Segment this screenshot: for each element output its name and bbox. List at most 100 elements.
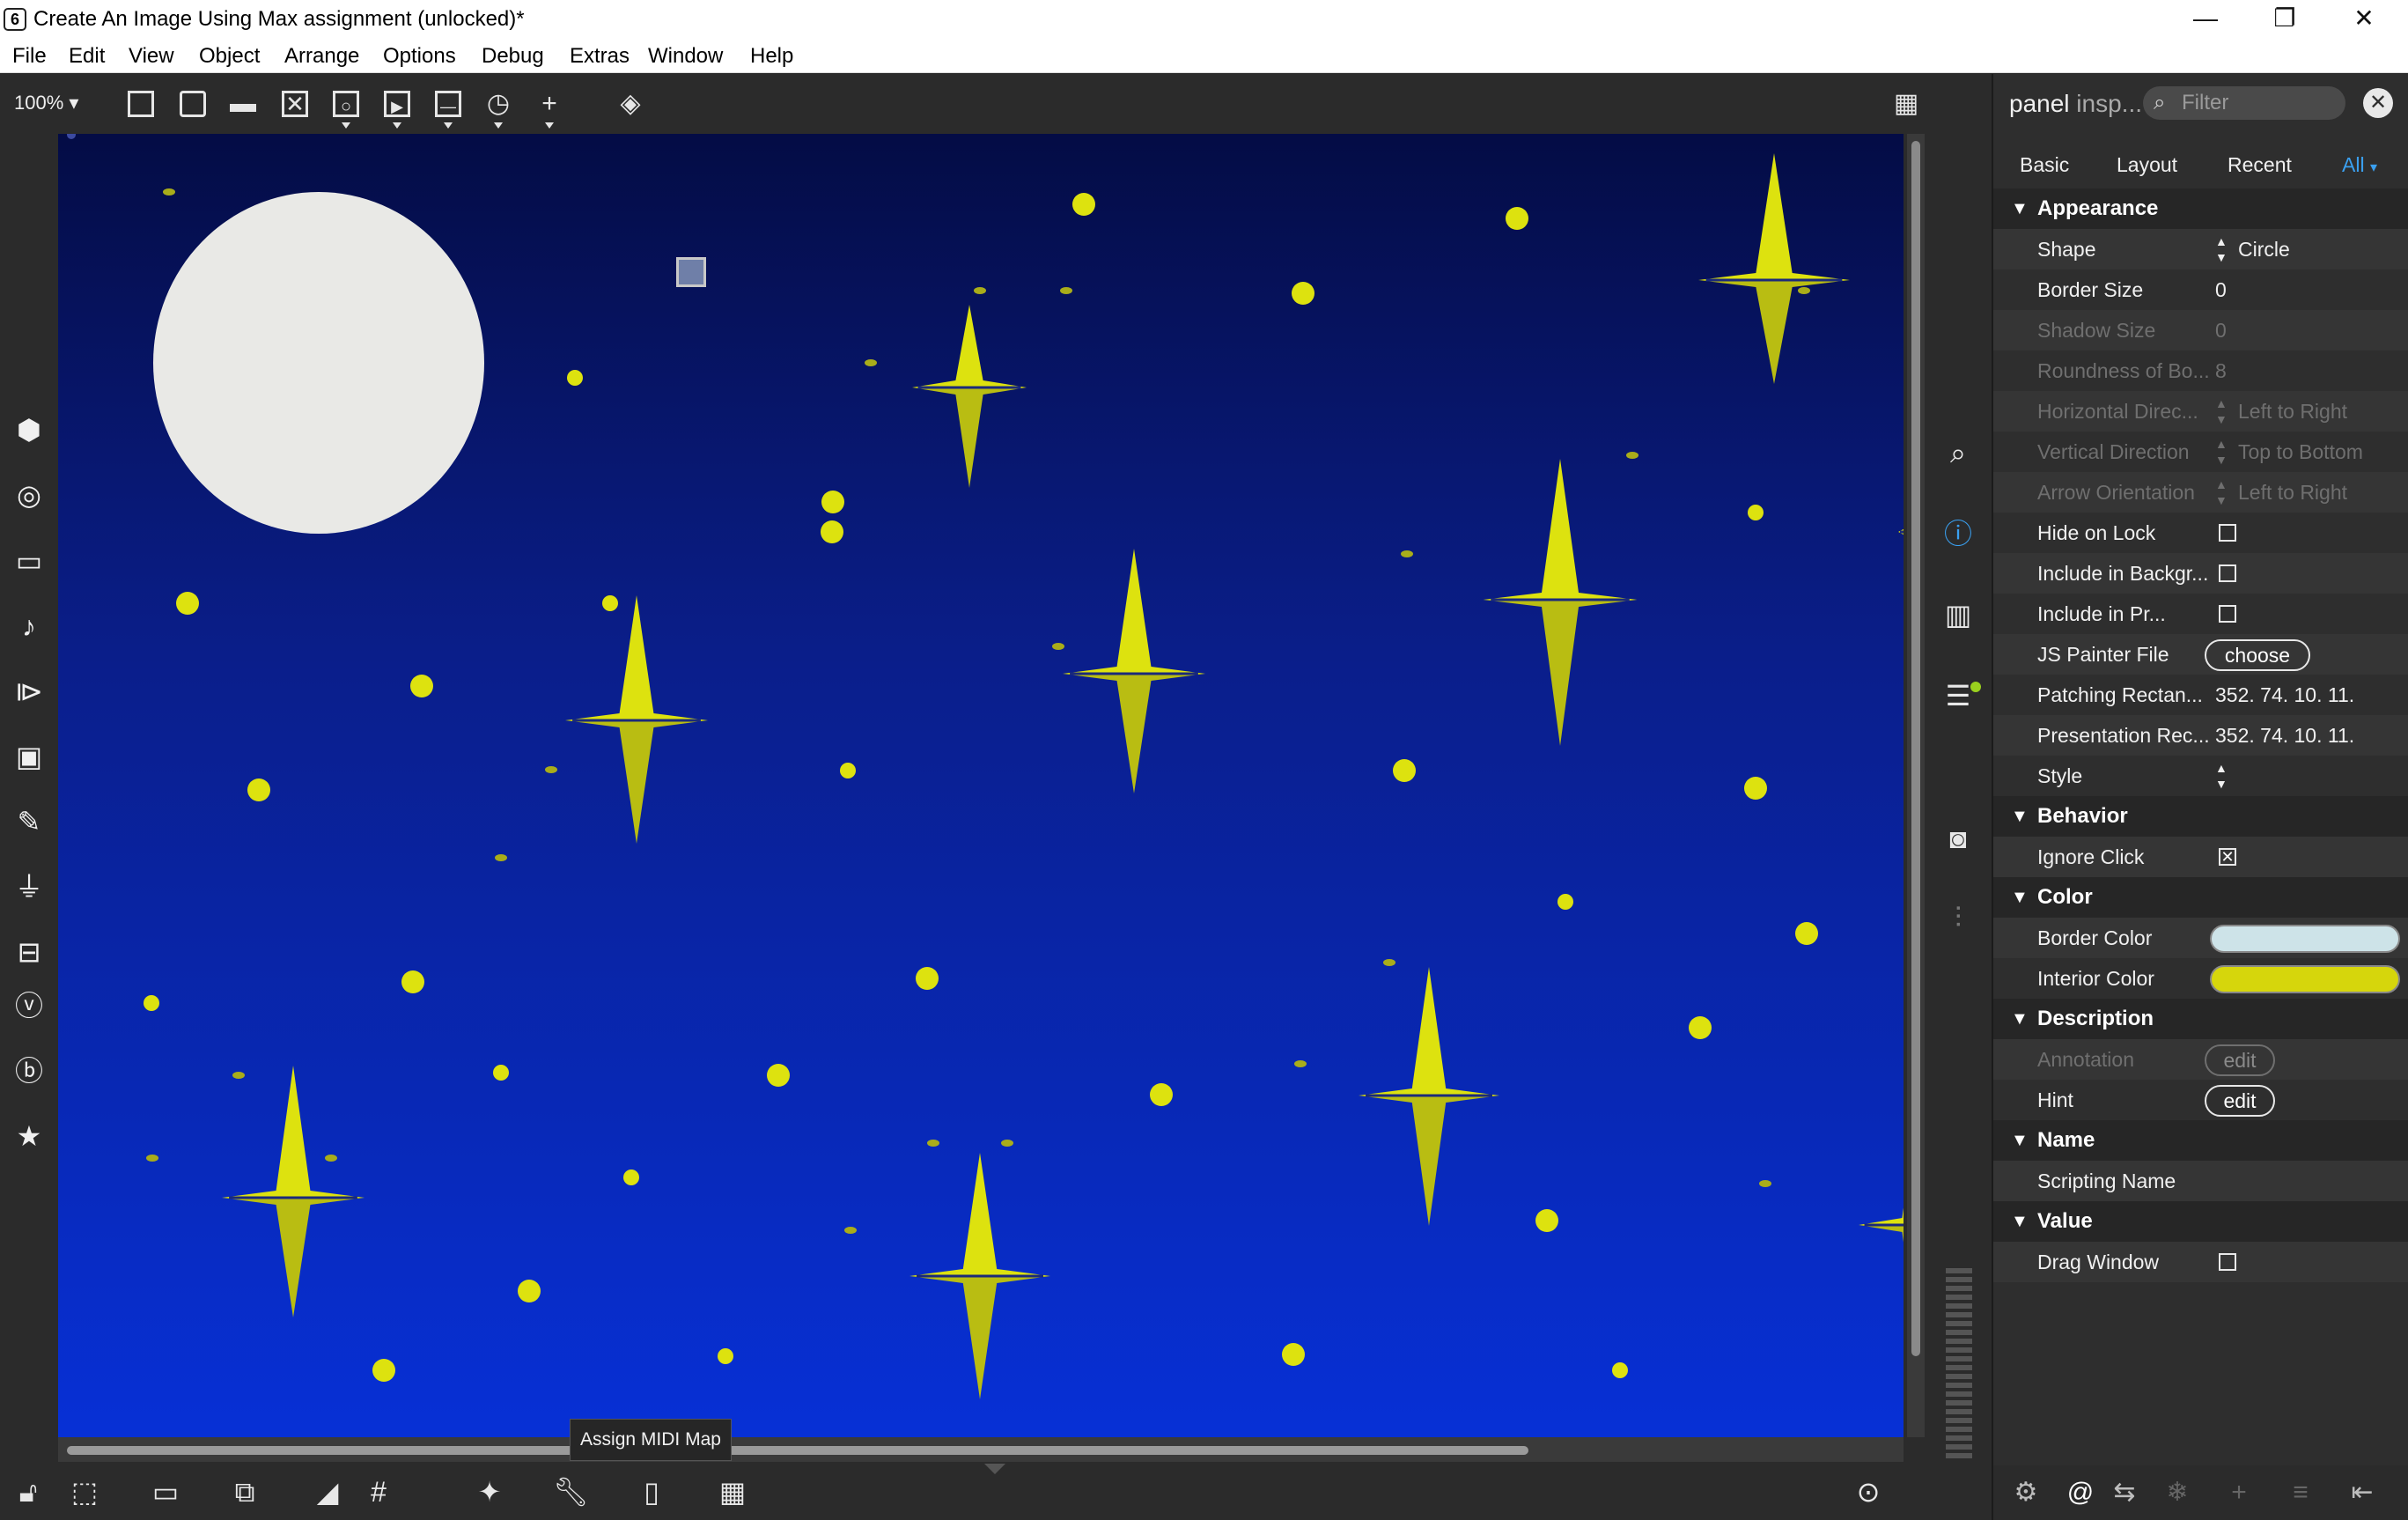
tab-recent[interactable]: Recent <box>2228 153 2292 177</box>
section-name[interactable]: ▼ Name <box>1993 1120 2408 1161</box>
prop-border-size[interactable]: Border Size 0 <box>1993 269 2408 310</box>
vimeo-v-icon[interactable]: ⓥ <box>12 989 46 1022</box>
search-icon[interactable]: ⌕ <box>1940 435 1976 470</box>
zoom-selector[interactable]: 100% ▾ <box>14 92 78 114</box>
prop-shape[interactable]: Shape ▲ ▼ Circle <box>1993 229 2408 269</box>
drag-window-checkbox[interactable] <box>2219 1253 2236 1271</box>
prop-ignore-click[interactable]: Ignore Click ✕ <box>1993 837 2408 877</box>
prop-presentation-rect-value[interactable]: 352. 74. 10. 11. <box>2215 715 2354 756</box>
prop-scripting-name[interactable]: Scripting Name <box>1993 1161 2408 1201</box>
target-circle-icon[interactable]: ◎ <box>12 478 46 512</box>
mute-audio-icon[interactable]: ◢ <box>310 1474 345 1509</box>
prop-patching-rect-value[interactable]: 352. 74. 10. 11. <box>2215 675 2354 715</box>
prop-border-size-value[interactable]: 0 <box>2215 269 2227 310</box>
prop-style[interactable]: Style ▲ ▼ <box>1993 756 2408 796</box>
music-note-icon[interactable]: ♪ <box>12 609 46 643</box>
hint-edit-button[interactable]: edit <box>2205 1085 2275 1117</box>
vertical-scroll-thumb[interactable] <box>1911 141 1920 1356</box>
interior-color-swatch[interactable] <box>2210 965 2400 993</box>
menu-lines-icon[interactable]: ≡ <box>2284 1476 2317 1509</box>
menu-options[interactable]: Options <box>383 44 456 69</box>
prop-drag-window[interactable]: Drag Window <box>1993 1242 2408 1282</box>
connector-icon[interactable]: ⊟ <box>12 935 46 969</box>
menu-debug[interactable]: Debug <box>482 44 544 69</box>
image-icon[interactable]: ▣ <box>12 740 46 773</box>
horizontal-scroll-thumb[interactable] <box>67 1446 1528 1455</box>
add-icon[interactable]: + <box>2222 1476 2256 1509</box>
section-color[interactable]: ▼ Color <box>1993 877 2408 918</box>
film-strip-icon[interactable]: ▭ <box>12 544 46 578</box>
close-inspector-icon[interactable]: ✕ <box>2363 88 2393 118</box>
prop-hide-on-lock[interactable]: Hide on Lock <box>1993 513 2408 553</box>
include-background-checkbox[interactable] <box>2219 564 2236 582</box>
tab-all[interactable]: All ▾ <box>2342 153 2377 177</box>
menu-help[interactable]: Help <box>750 44 793 69</box>
grid-icon[interactable]: # <box>361 1474 396 1509</box>
package-cube-icon[interactable]: ⬢ <box>12 413 46 446</box>
reference-book-icon[interactable]: ▥ <box>1940 597 1976 632</box>
prop-interior-color[interactable]: Interior Color <box>1993 958 2408 999</box>
favorites-star-icon[interactable]: ★ <box>12 1119 46 1153</box>
transport-play-icon[interactable]: ⊙ <box>1851 1474 1886 1509</box>
media-play-icon[interactable]: ⧐ <box>12 675 46 708</box>
prop-hint[interactable]: Hint edit <box>1993 1080 2408 1120</box>
new-object-icon[interactable] <box>124 87 158 121</box>
collapse-arrow-icon[interactable] <box>984 1464 1005 1474</box>
menu-extras[interactable]: Extras <box>570 44 630 69</box>
back-arrow-icon[interactable]: ⇤ <box>2345 1476 2379 1509</box>
menu-file[interactable]: File <box>12 44 47 69</box>
choose-button[interactable]: choose <box>2205 639 2310 671</box>
wrench-icon[interactable]: 🔧︎ <box>553 1474 589 1509</box>
prop-include-presentation[interactable]: Include in Pr... <box>1993 594 2408 634</box>
tab-layout[interactable]: Layout <box>2117 153 2177 177</box>
minimize-button[interactable]: — <box>2166 0 2245 40</box>
border-color-swatch[interactable] <box>2210 925 2400 953</box>
prop-border-color[interactable]: Border Color <box>1993 918 2408 958</box>
stepper-arrows-icon[interactable]: ▲ ▼ <box>2215 756 2228 792</box>
section-description[interactable]: ▼ Description <box>1993 999 2408 1039</box>
at-sign-icon[interactable]: @ <box>2064 1476 2097 1509</box>
presentation-select-icon[interactable]: ⬚ <box>67 1474 102 1509</box>
horizontal-scrollbar[interactable] <box>58 1437 1904 1462</box>
prop-shape-value[interactable]: Circle <box>2238 229 2290 269</box>
info-icon[interactable]: ⓘ <box>1940 516 1976 551</box>
new-playbar-icon[interactable]: ▶ <box>380 87 414 129</box>
key-map-icon[interactable]: ▦ <box>715 1474 750 1509</box>
ignore-click-checkbox[interactable]: ✕ <box>2219 848 2236 866</box>
bpatcher-b-icon[interactable]: ⓑ <box>12 1054 46 1088</box>
menu-window[interactable]: Window <box>648 44 723 69</box>
section-value[interactable]: ▼ Value <box>1993 1201 2408 1242</box>
grid-keyboard-icon[interactable]: ▦ <box>1889 87 1923 121</box>
menu-arrange[interactable]: Arrange <box>284 44 359 69</box>
presentation-mode-icon[interactable]: ▭ <box>148 1474 183 1509</box>
camera-icon[interactable]: ◙ <box>1940 821 1976 856</box>
menu-edit[interactable]: Edit <box>69 44 105 69</box>
maximize-button[interactable]: ❐ <box>2245 0 2324 40</box>
filter-input[interactable]: ⌕ Filter <box>2143 86 2345 120</box>
add-object-icon[interactable]: + <box>533 87 566 129</box>
new-comment-icon[interactable]: ▬ <box>226 87 260 121</box>
plug-icon[interactable]: ⏚ <box>12 870 46 904</box>
new-button-icon[interactable]: ○ <box>329 87 363 129</box>
paperclip-icon[interactable]: ✎ <box>12 805 46 838</box>
prop-patching-rect[interactable]: Patching Rectan... 352. 74. 10. 11. <box>1993 675 2408 715</box>
new-slider-icon[interactable]: — <box>431 87 465 129</box>
prop-presentation-rect[interactable]: Presentation Rec... 352. 74. 10. 11. <box>1993 715 2408 756</box>
vertical-scrollbar[interactable] <box>1907 134 1925 1437</box>
magic-wand-icon[interactable]: ✦ <box>472 1474 507 1509</box>
prop-js-painter-file[interactable]: JS Painter File choose <box>1993 634 2408 675</box>
swap-arrows-icon[interactable]: ⇆ <box>2108 1476 2141 1509</box>
windows-icon[interactable]: ⧉ <box>227 1474 262 1509</box>
menu-object[interactable]: Object <box>199 44 260 69</box>
snowflake-icon[interactable]: ❄ <box>2161 1476 2194 1509</box>
lock-icon[interactable]: 🔓︎ <box>11 1474 46 1509</box>
prop-include-background[interactable]: Include in Backgr... <box>1993 553 2408 594</box>
gear-icon[interactable]: ⚙ <box>2009 1476 2043 1509</box>
hide-on-lock-checkbox[interactable] <box>2219 524 2236 542</box>
new-message-icon[interactable] <box>176 87 210 121</box>
mixer-sliders-icon[interactable]: ⫶ <box>1940 900 1976 935</box>
include-presentation-checkbox[interactable] <box>2219 605 2236 623</box>
patcher-canvas[interactable] <box>58 134 1904 1437</box>
annotation-edit-button[interactable]: edit <box>2205 1044 2275 1076</box>
paint-bucket-icon[interactable]: ◈ <box>614 87 647 121</box>
